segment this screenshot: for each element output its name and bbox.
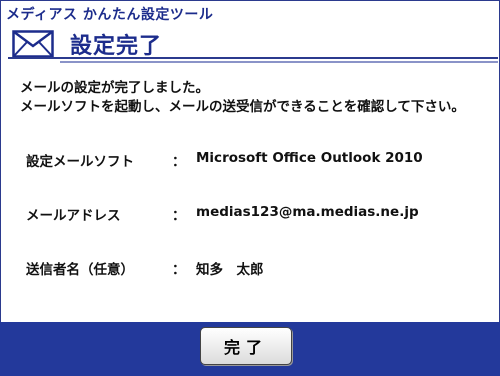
setting-label: メールアドレス (26, 208, 121, 224)
setting-separator: ： (172, 262, 186, 278)
setting-value: Microsoft Office Outlook 2010 (196, 150, 423, 166)
mail-envelope-icon (12, 30, 54, 58)
setting-separator: ： (172, 154, 186, 170)
message-line-2: メールソフトを起動し、メールの送受信ができることを確認して下さい。 (20, 99, 465, 115)
completion-message: メールの設定が完了しました。 メールソフトを起動し、メールの送受信ができることを… (20, 79, 465, 117)
page-title: 設定完了 (70, 34, 163, 59)
done-button[interactable]: 完了 (200, 327, 292, 365)
app-title: メディアス かんたん設定ツール (6, 7, 214, 23)
header-divider-secondary (60, 61, 498, 63)
setting-value: medias123@ma.medias.ne.jp (196, 204, 419, 220)
header-divider (8, 57, 498, 59)
setting-separator: ： (172, 208, 186, 224)
setting-value: 知多 太郎 (196, 262, 264, 278)
message-line-1: メールの設定が完了しました。 (20, 80, 209, 96)
setting-label: 設定メールソフト (26, 154, 134, 170)
setting-label: 送信者名（任意） (26, 262, 134, 278)
